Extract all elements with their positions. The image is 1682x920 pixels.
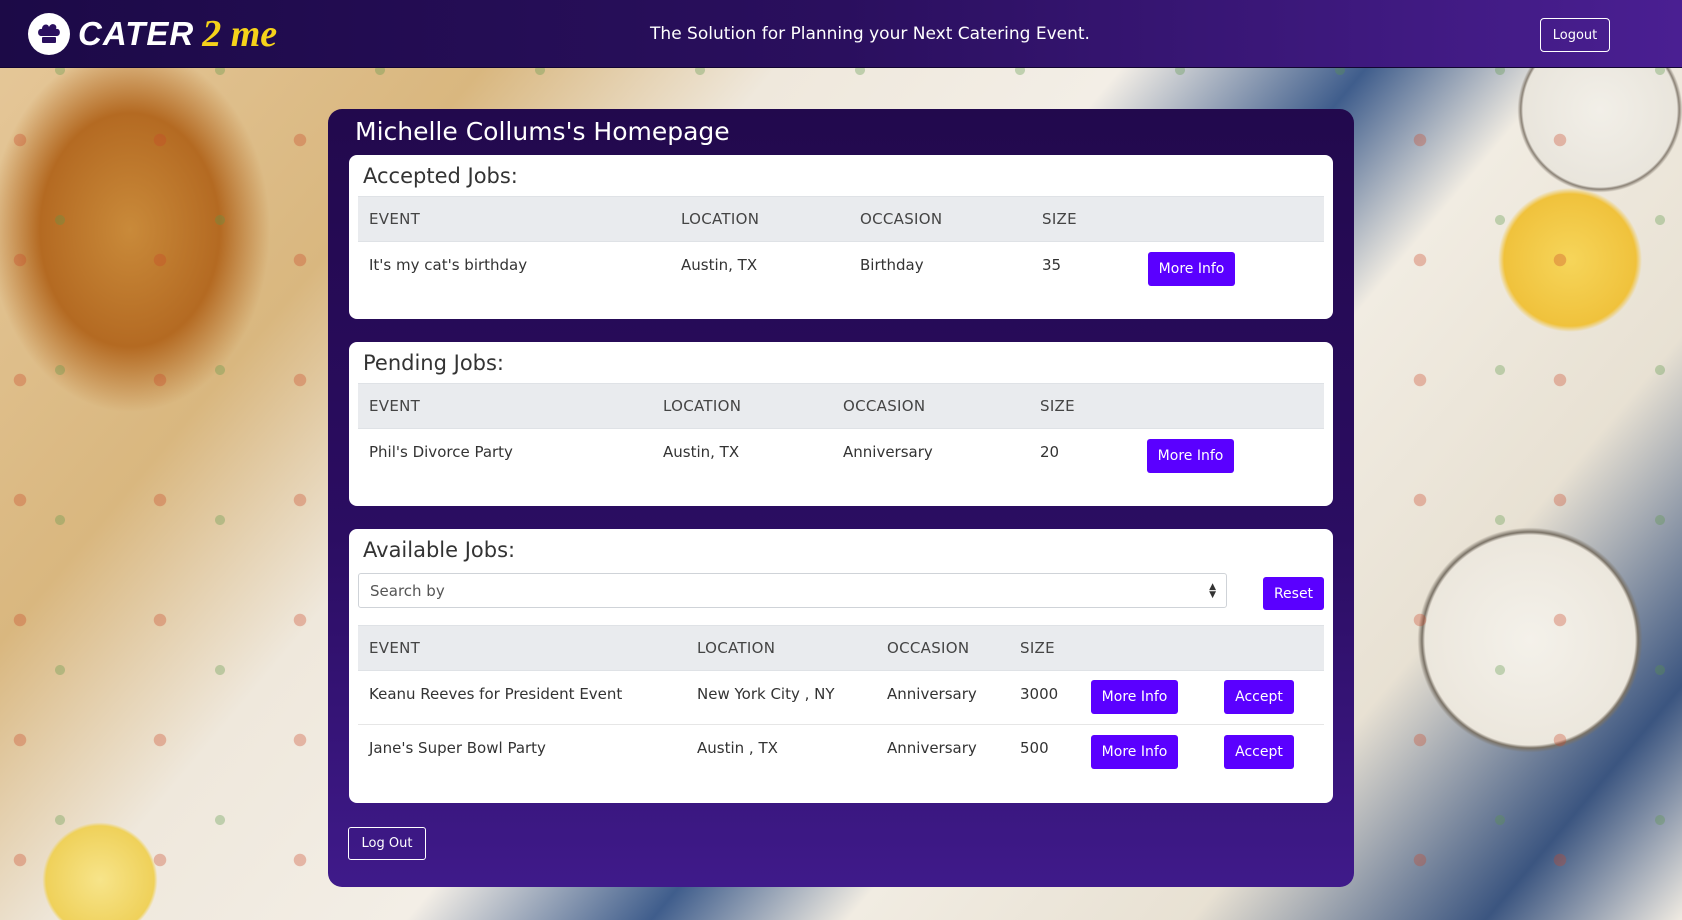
available-jobs-panel: Available Jobs: Search by ▲ ▼ Reset EVENT… xyxy=(349,529,1333,803)
column-occasion: OCCASION xyxy=(887,639,970,657)
location-cell: Austin, TX xyxy=(681,256,758,274)
log-out-button[interactable]: Log Out xyxy=(348,827,426,860)
size-cell: 3000 xyxy=(1020,685,1059,703)
column-size: SIZE xyxy=(1020,639,1055,657)
more-info-button[interactable]: More Info xyxy=(1091,735,1178,769)
size-cell: 35 xyxy=(1042,256,1062,274)
more-info-button[interactable]: More Info xyxy=(1091,680,1178,714)
column-location: LOCATION xyxy=(697,639,776,657)
pending-jobs-panel: Pending Jobs: EVENT LOCATION OCCASION SI… xyxy=(349,342,1333,506)
event-cell: Keanu Reeves for President Event xyxy=(369,685,623,703)
location-cell: Austin, TX xyxy=(663,443,740,461)
event-cell: Jane's Super Bowl Party xyxy=(369,739,546,757)
accepted-jobs-heading: Accepted Jobs: xyxy=(363,164,518,188)
table-row: Jane's Super Bowl Party Austin , TX Anni… xyxy=(358,725,1324,779)
column-size: SIZE xyxy=(1042,210,1077,228)
table-row: Keanu Reeves for President Event New Yor… xyxy=(358,671,1324,725)
accept-button[interactable]: Accept xyxy=(1224,680,1294,714)
size-cell: 500 xyxy=(1020,739,1049,757)
column-event: EVENT xyxy=(369,639,421,657)
pending-jobs-table: EVENT LOCATION OCCASION SIZE Phil's Divo… xyxy=(358,383,1324,483)
occasion-cell: Anniversary xyxy=(843,443,933,461)
header-tagline: The Solution for Planning your Next Cate… xyxy=(650,24,1090,44)
select-caret-icon: ▲ ▼ xyxy=(1209,582,1216,600)
table-header: EVENT LOCATION OCCASION SIZE xyxy=(358,625,1324,671)
pending-jobs-heading: Pending Jobs: xyxy=(363,351,505,375)
column-occasion: OCCASION xyxy=(860,210,943,228)
table-row: It's my cat's birthday Austin, TX Birthd… xyxy=(358,242,1324,296)
available-jobs-heading: Available Jobs: xyxy=(363,538,516,562)
column-occasion: OCCASION xyxy=(843,397,926,415)
occasion-cell: Birthday xyxy=(860,256,924,274)
page-title: Michelle Collums's Homepage xyxy=(355,117,730,146)
table-row: Phil's Divorce Party Austin, TX Annivers… xyxy=(358,429,1324,483)
accepted-jobs-table: EVENT LOCATION OCCASION SIZE It's my cat… xyxy=(358,196,1324,296)
more-info-button[interactable]: More Info xyxy=(1148,252,1235,286)
chef-hat-icon xyxy=(28,12,70,55)
logout-button[interactable]: Logout xyxy=(1540,18,1610,52)
search-by-placeholder: Search by xyxy=(370,582,445,600)
occasion-cell: Anniversary xyxy=(887,685,977,703)
location-cell: New York City , NY xyxy=(697,685,835,703)
size-cell: 20 xyxy=(1040,443,1060,461)
available-jobs-table: EVENT LOCATION OCCASION SIZE Keanu Reeve… xyxy=(358,625,1324,779)
search-by-select[interactable]: Search by ▲ ▼ xyxy=(358,573,1227,608)
location-cell: Austin , TX xyxy=(697,739,778,757)
homepage-card: Michelle Collums's Homepage Accepted Job… xyxy=(328,109,1354,887)
reset-button[interactable]: Reset xyxy=(1263,577,1324,610)
event-cell: Phil's Divorce Party xyxy=(369,443,513,461)
column-location: LOCATION xyxy=(663,397,742,415)
column-event: EVENT xyxy=(369,397,421,415)
column-size: SIZE xyxy=(1040,397,1075,415)
brand-logo[interactable]: CATER 2 me xyxy=(28,12,348,56)
accept-button[interactable]: Accept xyxy=(1224,735,1294,769)
brand-text-2me: 2 me xyxy=(202,12,278,55)
accepted-jobs-panel: Accepted Jobs: EVENT LOCATION OCCASION S… xyxy=(349,155,1333,319)
more-info-button[interactable]: More Info xyxy=(1147,439,1234,473)
table-header: EVENT LOCATION OCCASION SIZE xyxy=(358,383,1324,429)
table-header: EVENT LOCATION OCCASION SIZE xyxy=(358,196,1324,242)
column-location: LOCATION xyxy=(681,210,760,228)
search-row: Search by ▲ ▼ Reset xyxy=(358,573,1324,611)
occasion-cell: Anniversary xyxy=(887,739,977,757)
event-cell: It's my cat's birthday xyxy=(369,256,528,274)
brand-text-cater: CATER xyxy=(78,14,195,52)
top-navbar: CATER 2 me The Solution for Planning you… xyxy=(0,0,1682,68)
column-event: EVENT xyxy=(369,210,421,228)
